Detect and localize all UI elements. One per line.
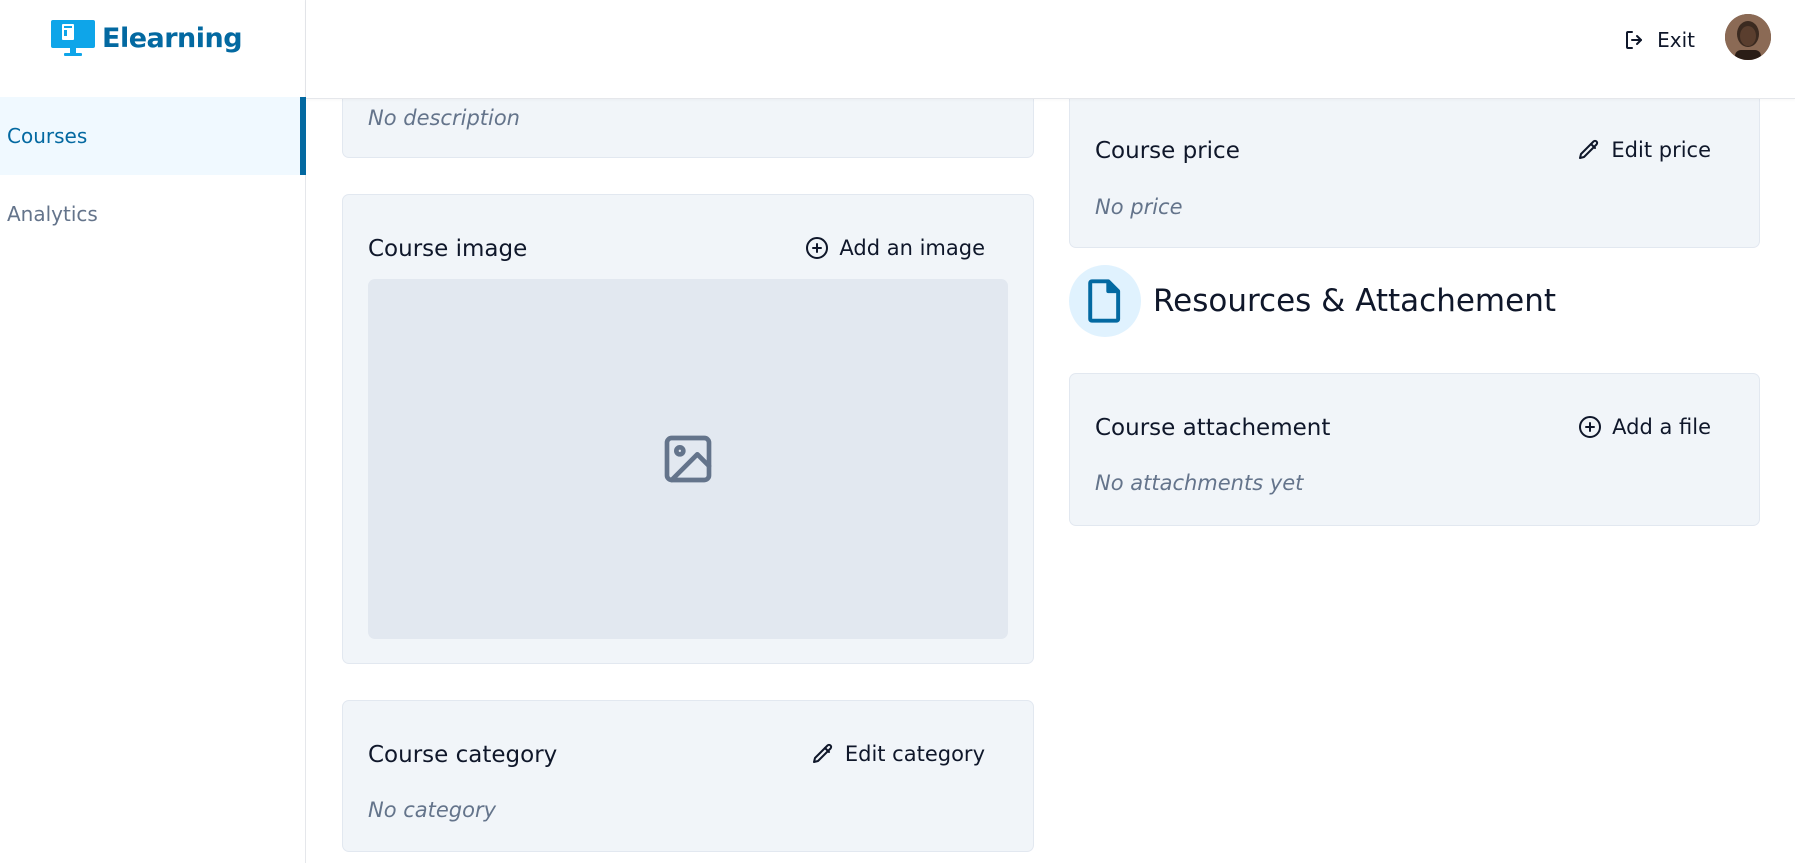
plus-circle-icon — [1579, 416, 1602, 438]
attachment-empty-text: No attachments yet — [1095, 471, 1304, 495]
price-empty-text: No price — [1095, 195, 1183, 219]
add-image-button[interactable]: Add an image — [805, 236, 985, 260]
plus-circle-icon — [806, 237, 829, 259]
resources-section-header: Resources & Attachement — [1069, 265, 1556, 337]
add-image-label: Add an image — [839, 236, 985, 260]
logo[interactable]: Elearning — [50, 18, 243, 58]
pencil-icon — [1579, 139, 1599, 159]
user-photo — [1725, 14, 1771, 60]
course-attachment-card: Course attachement Add a file No attachm… — [1069, 373, 1760, 526]
description-empty-text: No description — [368, 106, 520, 130]
course-category-card: Course category Edit category No categor… — [342, 700, 1034, 852]
avatar[interactable] — [1725, 14, 1771, 60]
image-placeholder — [368, 279, 1008, 639]
exit-label: Exit — [1657, 28, 1695, 52]
course-price-title: Course price — [1095, 138, 1240, 164]
image-icon — [664, 435, 712, 483]
exit-button[interactable]: Exit — [1623, 22, 1695, 58]
edit-category-label: Edit category — [844, 742, 985, 766]
edit-category-button[interactable]: Edit category — [811, 742, 985, 766]
course-price-card: Course price Edit price No price — [1069, 80, 1760, 248]
sidebar-item-courses[interactable]: Courses — [0, 97, 306, 175]
course-attachment-title: Course attachement — [1095, 415, 1331, 441]
add-file-button[interactable]: Add a file — [1578, 415, 1711, 439]
resources-section-title: Resources & Attachement — [1153, 283, 1556, 319]
file-icon — [1088, 279, 1121, 323]
edit-price-button[interactable]: Edit price — [1577, 138, 1711, 162]
course-image-card: Course image Add an image — [342, 194, 1034, 664]
course-category-title: Course category — [368, 742, 558, 768]
monitor-logo-icon — [51, 20, 95, 56]
topbar: Exit — [306, 0, 1795, 99]
pencil-icon — [812, 743, 832, 763]
app-name: Elearning — [102, 22, 243, 54]
category-empty-text: No category — [368, 798, 497, 822]
logout-icon — [1626, 31, 1643, 49]
section-icon-circle — [1069, 265, 1141, 337]
course-image-title: Course image — [368, 236, 528, 262]
sidebar: Elearning Courses Analytics — [0, 0, 306, 863]
sidebar-item-analytics[interactable]: Analytics — [0, 175, 306, 253]
add-file-label: Add a file — [1612, 415, 1711, 439]
edit-price-label: Edit price — [1611, 138, 1711, 162]
sidebar-nav: Courses Analytics — [0, 97, 306, 253]
